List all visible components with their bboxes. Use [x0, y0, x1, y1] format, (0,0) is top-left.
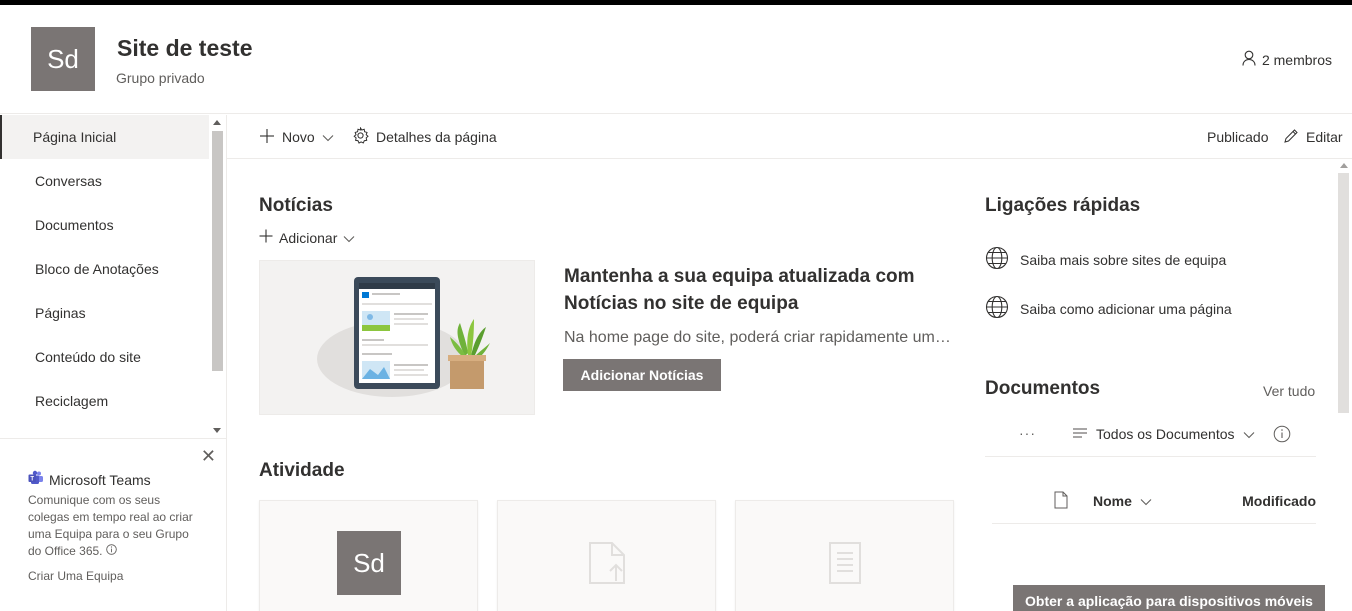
scroll-up-arrow-icon[interactable] [213, 120, 221, 125]
nav-item-site-contents[interactable]: Conteúdo do site [0, 335, 209, 379]
chevron-down-icon [322, 129, 334, 145]
view-selector[interactable]: Todos os Documentos [1072, 426, 1255, 442]
documents-toolbar: ··· Todos os Documentos [985, 417, 1316, 457]
activity-card[interactable] [497, 500, 716, 611]
quick-link-label: Saiba como adicionar uma página [1020, 300, 1232, 317]
members-label: 2 membros [1261, 51, 1332, 68]
add-news-button[interactable]: Adicionar [259, 229, 355, 246]
column-name-label: Nome [1093, 493, 1132, 509]
pencil-icon [1283, 128, 1299, 147]
gear-icon [352, 126, 369, 147]
create-team-link[interactable]: Criar Uma Equipa [28, 569, 123, 583]
new-label: Novo [282, 129, 315, 145]
page-details-label: Detalhes da página [376, 129, 497, 145]
column-name[interactable]: Nome [1093, 493, 1152, 509]
quick-link-item[interactable]: Saiba como adicionar uma página [985, 295, 1232, 322]
quick-link-label: Saiba mais sobre sites de equipa [1020, 251, 1227, 268]
more-options-icon[interactable]: ··· [1019, 425, 1036, 441]
quick-link-item[interactable]: Saiba mais sobre sites de equipa [985, 246, 1226, 273]
edit-label: Editar [1306, 129, 1343, 145]
scroll-up-arrow-icon[interactable] [1340, 163, 1348, 168]
plus-icon [259, 229, 273, 246]
activity-title: Atividade [259, 460, 345, 481]
page-details-button[interactable]: Detalhes da página [352, 115, 497, 159]
site-header: Sd Site de teste Grupo privado 2 membros [0, 5, 1352, 114]
news-title[interactable]: Notícias [259, 195, 333, 217]
chevron-down-icon [343, 230, 355, 246]
new-button[interactable]: Novo [259, 115, 334, 159]
nav-item-recycle-bin[interactable]: Reciclagem [0, 379, 209, 423]
plus-icon [259, 128, 275, 147]
add-news-primary-button[interactable]: Adicionar Notícias [563, 359, 721, 391]
site-subtitle: Grupo privado [116, 70, 205, 86]
chevron-down-icon [1140, 493, 1152, 509]
documents-title[interactable]: Documentos [985, 378, 1100, 400]
file-type-icon[interactable] [1054, 491, 1068, 514]
nav-item-pages[interactable]: Páginas [0, 291, 209, 335]
nav-scrollbar[interactable] [209, 115, 226, 438]
scroll-down-arrow-icon[interactable] [213, 428, 221, 433]
site-logo[interactable]: Sd [31, 27, 95, 91]
edit-button[interactable]: Editar [1283, 115, 1343, 159]
publish-status: Publicado [1207, 129, 1269, 145]
main-scroll-thumb[interactable] [1338, 173, 1349, 413]
list-view-icon [1072, 426, 1088, 442]
left-navigation: Página Inicial Conversas Documentos Bloc… [0, 115, 227, 611]
activity-card[interactable]: Sd [259, 500, 478, 611]
teams-title-label: Microsoft Teams [49, 471, 151, 488]
site-title[interactable]: Site de teste [117, 35, 253, 62]
quick-links-title: Ligações rápidas [985, 195, 1141, 216]
command-bar: Novo Detalhes da página Publicado Editar [227, 115, 1352, 159]
teams-promo-card: ✕ T Microsoft Teams Comunique com os seu… [0, 438, 226, 611]
column-modified[interactable]: Modificado [1242, 493, 1316, 509]
documents-column-header: Nome Modificado [992, 484, 1316, 524]
document-icon [828, 541, 862, 590]
file-upload-icon [588, 541, 628, 590]
nav-scroll-thumb[interactable] [212, 131, 223, 371]
see-all-link[interactable]: Ver tudo [1263, 383, 1315, 399]
person-icon [1242, 50, 1256, 69]
close-icon[interactable]: ✕ [201, 446, 216, 467]
news-heading: Mantenha a sua equipa atualizada com Not… [564, 266, 915, 314]
nav-item-notebook[interactable]: Bloco de Anotações [0, 247, 209, 291]
nav-item-conversations[interactable]: Conversas [0, 159, 209, 203]
chevron-down-icon [1243, 426, 1255, 442]
globe-icon [985, 295, 1009, 322]
svg-text:T: T [30, 477, 34, 483]
news-description: Na home page do site, poderá criar rapid… [564, 329, 951, 346]
info-icon[interactable] [106, 544, 117, 558]
view-label: Todos os Documentos [1096, 426, 1235, 442]
teams-icon: T [28, 470, 44, 489]
activity-site-logo: Sd [337, 531, 401, 595]
add-news-label: Adicionar [279, 229, 338, 246]
teams-description: Comunique com os seus colegas em tempo r… [28, 492, 203, 560]
members-button[interactable]: 2 membros [1242, 50, 1332, 69]
get-mobile-app-button[interactable]: Obter a aplicação para dispositivos móve… [1013, 585, 1325, 611]
activity-card[interactable] [735, 500, 954, 611]
main-content: Notícias Adicionar Mantenha a sua equipa… [227, 159, 1352, 611]
nav-list: Página Inicial Conversas Documentos Bloc… [0, 115, 209, 438]
info-icon[interactable] [1273, 425, 1291, 448]
main-scrollbar[interactable] [1335, 159, 1352, 611]
news-illustration [259, 260, 535, 415]
globe-icon [985, 246, 1009, 273]
teams-title: T Microsoft Teams [28, 470, 151, 489]
nav-item-home[interactable]: Página Inicial [0, 115, 209, 159]
nav-item-documents[interactable]: Documentos [0, 203, 209, 247]
